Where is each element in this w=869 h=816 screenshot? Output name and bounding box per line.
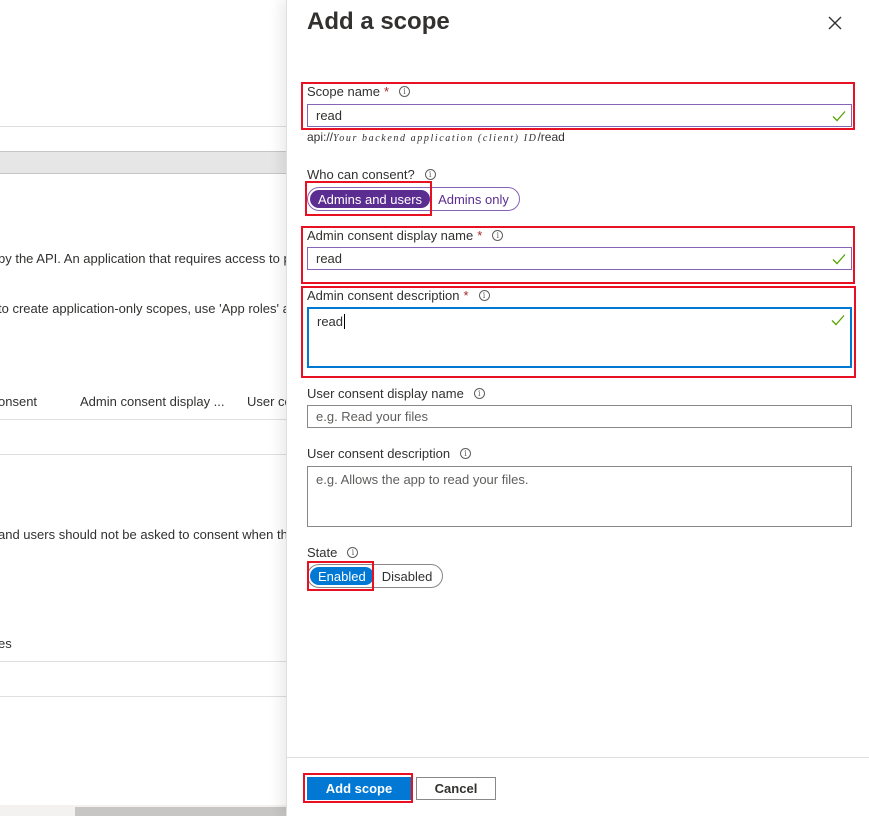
toolbar-band [0,151,286,174]
footer-divider [287,757,869,758]
state-toggle[interactable]: Enabled Disabled [307,564,444,588]
panel-title: Add a scope [307,8,450,35]
admin-description-label: Admin consent description * i [307,288,490,303]
user-display-name-label: User consent display name i [307,386,485,401]
scope-uri-hint: api://Your backend application (client) … [307,130,565,144]
checkmark-icon [832,111,846,122]
text-caret [344,314,346,329]
option-disabled[interactable]: Disabled [374,567,441,585]
info-icon[interactable]: i [399,86,411,97]
app-roles-text: to create application-only scopes, use '… [0,301,286,316]
user-description-textarea[interactable]: e.g. Allows the app to read your files. [307,466,852,527]
user-display-name-input[interactable]: e.g. Read your files [307,405,852,428]
required-asterisk: * [463,288,469,303]
divider [0,454,286,455]
column-header-consent[interactable]: onsent [0,394,37,409]
who-can-consent-toggle[interactable]: Admins and users Admins only [307,187,520,211]
scrollbar-thumb[interactable] [75,807,286,816]
option-admins-and-users[interactable]: Admins and users [310,190,431,208]
who-can-consent-label: Who can consent? i [307,167,436,182]
scope-name-input[interactable]: read [307,104,852,127]
info-icon[interactable]: i [473,388,485,399]
info-icon[interactable]: i [492,230,504,241]
add-scope-panel: Add a scope Scope name * i read api://Yo… [286,0,869,816]
checkmark-icon [831,315,845,326]
background-page: by the API. An application that requires… [0,0,286,816]
state-label: State i [307,545,359,560]
user-description-label: User consent description i [307,446,472,461]
option-admins-only[interactable]: Admins only [430,190,517,208]
divider [0,696,286,697]
info-icon[interactable]: i [478,290,490,301]
required-asterisk: * [477,228,483,243]
horizontal-scrollbar[interactable] [0,805,286,816]
column-header-user[interactable]: User co [247,394,286,409]
checkmark-icon [832,254,846,265]
column-header-admin-display[interactable]: Admin consent display ... [80,394,225,409]
admin-description-textarea[interactable]: read [307,307,852,368]
users-consent-text: and users should not be asked to consent… [0,527,286,542]
add-scope-button[interactable]: Add scope [307,777,411,800]
info-icon[interactable]: i [460,448,472,459]
info-icon[interactable]: i [347,547,359,558]
info-icon[interactable]: i [424,169,436,180]
admin-display-name-input[interactable]: read [307,247,852,270]
required-asterisk: * [384,84,390,99]
close-button[interactable] [823,11,847,35]
admin-display-name-label: Admin consent display name * i [307,228,504,243]
cancel-button[interactable]: Cancel [416,777,496,800]
close-icon [828,16,842,30]
option-enabled[interactable]: Enabled [310,567,374,585]
divider [0,419,286,420]
column-header-es: es [0,636,12,651]
api-description-text: by the API. An application that requires… [0,251,286,266]
scope-name-label: Scope name * i [307,84,411,99]
divider [0,661,286,662]
divider [0,126,286,127]
